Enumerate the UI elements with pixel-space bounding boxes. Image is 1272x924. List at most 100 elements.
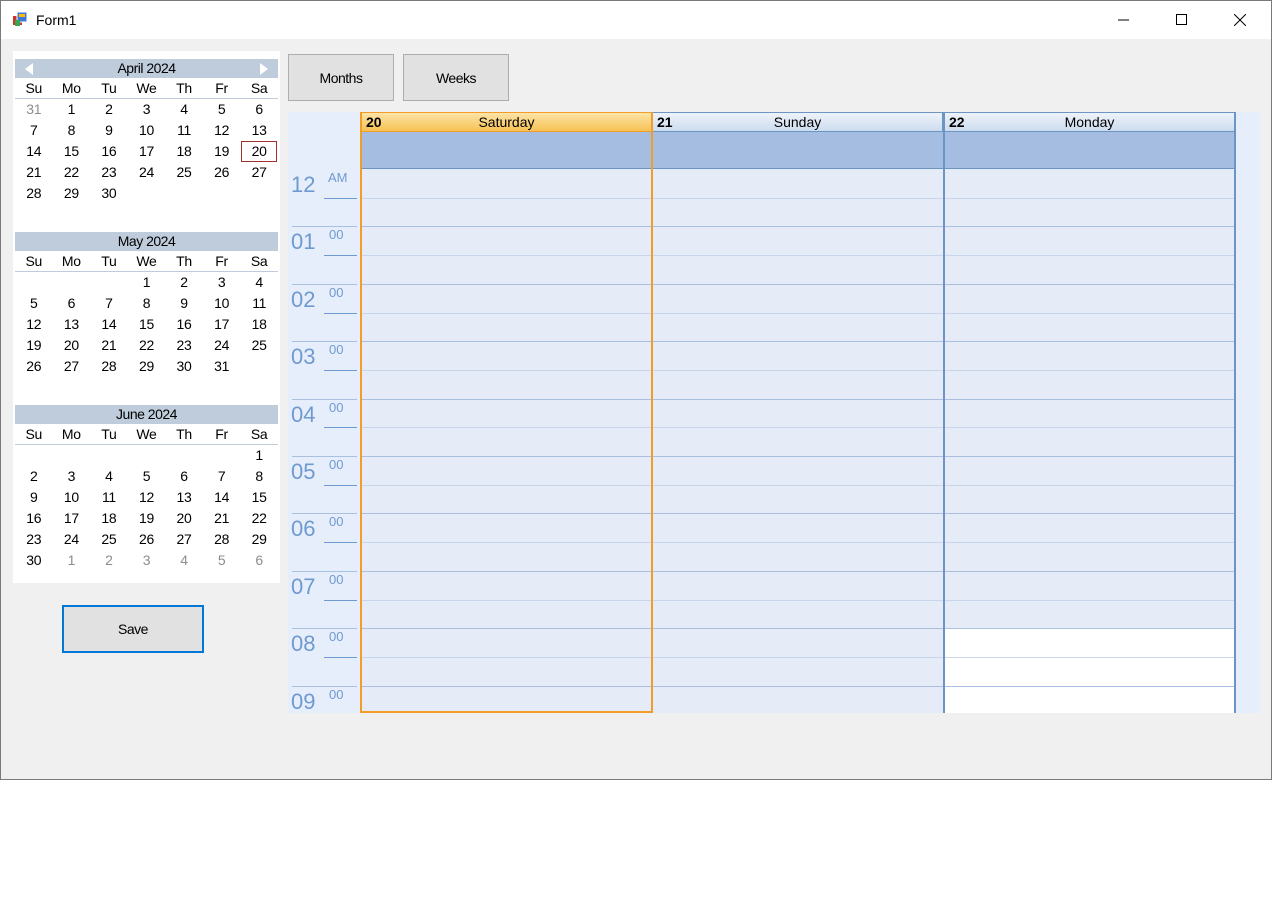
calendar-day[interactable]: 26 xyxy=(128,529,166,550)
day-header[interactable]: 20 Saturday xyxy=(361,112,652,132)
calendar-day[interactable]: 31 xyxy=(15,99,53,120)
calendar-day[interactable]: 14 xyxy=(15,141,53,162)
calendar-day[interactable]: 23 xyxy=(15,529,53,550)
calendar-day[interactable]: 3 xyxy=(128,99,166,120)
calendar-day[interactable]: 27 xyxy=(240,162,278,183)
calendar-day[interactable]: 17 xyxy=(128,141,166,162)
calendar-day[interactable]: 6 xyxy=(53,293,91,314)
all-day-area[interactable] xyxy=(652,132,943,169)
calendar-day[interactable]: 9 xyxy=(165,293,203,314)
calendar-day[interactable]: 4 xyxy=(240,272,278,293)
calendar-day[interactable]: 18 xyxy=(90,508,128,529)
calendar-day[interactable]: 23 xyxy=(90,162,128,183)
calendar-day[interactable]: 3 xyxy=(128,550,166,571)
calendar-day[interactable]: 24 xyxy=(128,162,166,183)
calendar-day[interactable]: 13 xyxy=(165,487,203,508)
calendar-day[interactable]: 1 xyxy=(240,445,278,466)
calendar-day[interactable]: 19 xyxy=(128,508,166,529)
calendar-day[interactable]: 17 xyxy=(203,314,241,335)
calendar-day[interactable]: 18 xyxy=(165,141,203,162)
calendar-day[interactable]: 1 xyxy=(53,99,91,120)
calendar-day[interactable]: 2 xyxy=(165,272,203,293)
calendar-day[interactable]: 14 xyxy=(90,314,128,335)
calendar-day[interactable]: 21 xyxy=(15,162,53,183)
calendar-day[interactable]: 8 xyxy=(53,120,91,141)
calendar-day[interactable]: 10 xyxy=(203,293,241,314)
close-button[interactable] xyxy=(1211,1,1269,39)
calendar-day[interactable]: 16 xyxy=(15,508,53,529)
calendar-day[interactable]: 2 xyxy=(15,466,53,487)
day-header[interactable]: 22 Monday xyxy=(944,112,1235,132)
all-day-area[interactable] xyxy=(361,132,652,169)
calendar-day[interactable]: 28 xyxy=(90,356,128,377)
calendar-day[interactable]: 12 xyxy=(15,314,53,335)
calendar-day[interactable]: 20 xyxy=(53,335,91,356)
calendar-day[interactable]: 28 xyxy=(15,183,53,204)
calendar-day[interactable]: 12 xyxy=(128,487,166,508)
calendar-day[interactable]: 3 xyxy=(53,466,91,487)
calendar-day[interactable]: 16 xyxy=(90,141,128,162)
calendar-day[interactable]: 9 xyxy=(90,120,128,141)
calendar-day[interactable]: 15 xyxy=(240,487,278,508)
calendar-day[interactable]: 25 xyxy=(165,162,203,183)
calendar-day[interactable]: 28 xyxy=(203,529,241,550)
calendar-day[interactable]: 4 xyxy=(165,99,203,120)
calendar-day[interactable]: 27 xyxy=(165,529,203,550)
maximize-button[interactable] xyxy=(1153,1,1211,39)
weeks-button[interactable]: Weeks xyxy=(403,54,509,101)
calendar-day[interactable]: 5 xyxy=(15,293,53,314)
calendar-day[interactable]: 15 xyxy=(53,141,91,162)
save-button[interactable]: Save xyxy=(62,605,204,653)
calendar-day[interactable]: 12 xyxy=(203,120,241,141)
calendar-day[interactable]: 24 xyxy=(203,335,241,356)
calendar-day[interactable]: 29 xyxy=(240,529,278,550)
calendar-day[interactable]: 5 xyxy=(203,550,241,571)
calendar-day[interactable]: 26 xyxy=(15,356,53,377)
calendar-day[interactable]: 19 xyxy=(15,335,53,356)
next-month-arrow-icon[interactable] xyxy=(260,63,268,75)
calendar-day[interactable]: 7 xyxy=(90,293,128,314)
calendar-day[interactable]: 15 xyxy=(128,314,166,335)
calendar-day[interactable]: 29 xyxy=(53,183,91,204)
calendar-day[interactable]: 30 xyxy=(15,550,53,571)
day-view[interactable]: 20 Saturday 21 Sunday 22 Monday 12 AM 01 00 02 00 03… xyxy=(288,112,1260,713)
calendar-day[interactable]: 31 xyxy=(203,356,241,377)
calendar-day[interactable]: 21 xyxy=(203,508,241,529)
calendar-day[interactable]: 11 xyxy=(240,293,278,314)
calendar-day[interactable]: 4 xyxy=(90,466,128,487)
calendar-day[interactable]: 2 xyxy=(90,550,128,571)
month-calendar[interactable]: April 2024 Su Mo Tu We Th Fr Sa 31 1 2 3 4 5 6 7 8 9 10 11 1… xyxy=(13,51,280,583)
calendar-day[interactable]: 8 xyxy=(240,466,278,487)
title-bar[interactable]: Form1 xyxy=(1,1,1271,39)
calendar-day[interactable]: 13 xyxy=(53,314,91,335)
calendar-day[interactable]: 6 xyxy=(165,466,203,487)
calendar-day[interactable]: 5 xyxy=(128,466,166,487)
day-header[interactable]: 21 Sunday xyxy=(652,112,943,132)
calendar-day[interactable]: 1 xyxy=(53,550,91,571)
all-day-area[interactable] xyxy=(944,132,1235,169)
day-column-slots[interactable] xyxy=(652,169,943,713)
calendar-day[interactable]: 11 xyxy=(90,487,128,508)
calendar-day[interactable]: 22 xyxy=(128,335,166,356)
calendar-day[interactable]: 25 xyxy=(240,335,278,356)
calendar-day[interactable]: 5 xyxy=(203,99,241,120)
calendar-day[interactable]: 23 xyxy=(165,335,203,356)
calendar-day[interactable]: 17 xyxy=(53,508,91,529)
calendar-day[interactable]: 22 xyxy=(53,162,91,183)
calendar-day[interactable]: 19 xyxy=(203,141,241,162)
calendar-day[interactable]: 24 xyxy=(53,529,91,550)
calendar-day[interactable]: 4 xyxy=(165,550,203,571)
day-column-slots[interactable] xyxy=(361,169,652,713)
calendar-day[interactable]: 27 xyxy=(53,356,91,377)
calendar-day[interactable]: 30 xyxy=(165,356,203,377)
calendar-day[interactable]: 10 xyxy=(53,487,91,508)
calendar-day[interactable]: 21 xyxy=(90,335,128,356)
calendar-day[interactable]: 11 xyxy=(165,120,203,141)
working-hours-region[interactable] xyxy=(944,628,1235,713)
calendar-day-today[interactable]: 20 xyxy=(240,141,278,162)
calendar-day[interactable]: 18 xyxy=(240,314,278,335)
calendar-day[interactable]: 7 xyxy=(15,120,53,141)
calendar-day[interactable]: 29 xyxy=(128,356,166,377)
calendar-day[interactable]: 6 xyxy=(240,99,278,120)
calendar-day[interactable]: 20 xyxy=(165,508,203,529)
